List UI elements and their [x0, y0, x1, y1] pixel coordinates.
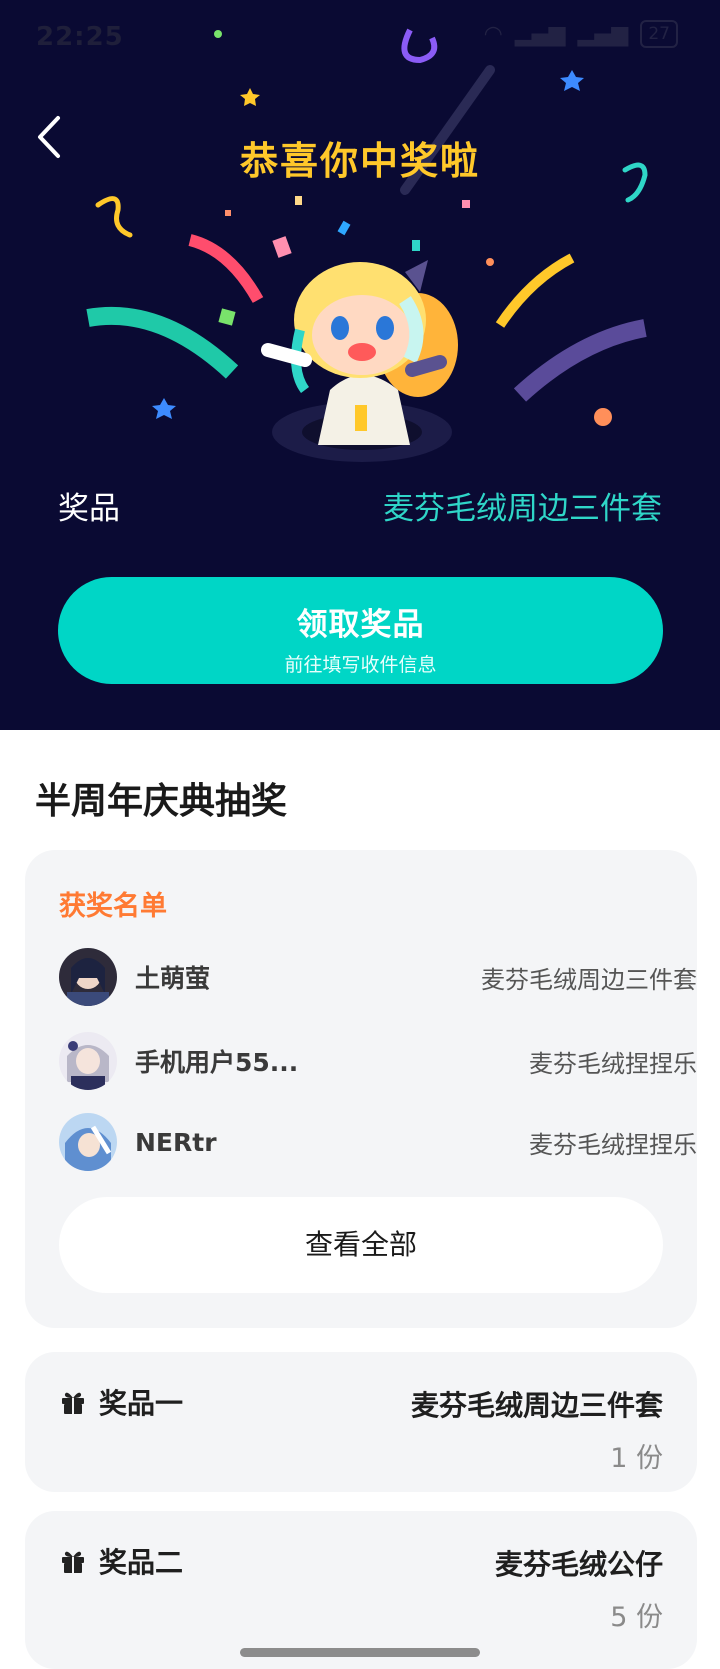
prize-card: 奖品二 麦芬毛绒公仔 5 份	[25, 1511, 697, 1669]
congrats-title: 恭喜你中奖啦	[239, 139, 480, 183]
prize-hero: 22:25 ◠ ▂▄▆ ▂▄▆ 27 恭喜你中奖啦 奖品 麦芬毛绒周边三件套 领…	[0, 0, 720, 730]
winner-name: 土萌萤	[135, 964, 211, 993]
wifi-icon: ◠	[483, 21, 503, 47]
prize-name: 麦芬毛绒公仔	[494, 1548, 663, 1581]
signal-icon: ▂▄▆	[514, 21, 566, 47]
prize-card: 奖品一 麦芬毛绒周边三件套 1 份	[25, 1352, 697, 1492]
gift-icon	[62, 1551, 84, 1573]
avatar	[59, 1032, 117, 1090]
gift-icon	[62, 1392, 84, 1414]
winner-prize: 麦芬毛绒周边三件套	[481, 965, 697, 994]
battery-icon: 27	[640, 20, 678, 48]
status-time: 22:25	[36, 22, 124, 52]
winner-name: NERtr	[135, 1127, 217, 1157]
won-prize-value: 麦芬毛绒周边三件套	[383, 490, 662, 527]
mascot-illustration	[261, 260, 458, 462]
signal-icon-2: ▂▄▆	[577, 21, 629, 47]
claim-prize-label: 领取奖品	[296, 607, 425, 643]
prize-count: 1 份	[610, 1443, 663, 1474]
claim-prize-button[interactable]: 领取奖品 前往填写收件信息	[58, 577, 663, 684]
winner-row: 土萌萤 麦芬毛绒周边三件套	[59, 947, 697, 1007]
status-bar: 22:25 ◠ ▂▄▆ ▂▄▆ 27	[0, 0, 720, 70]
prize-count: 5 份	[610, 1602, 663, 1633]
winner-prize: 麦芬毛绒捏捏乐	[529, 1049, 697, 1078]
winner-prize: 麦芬毛绒捏捏乐	[529, 1130, 697, 1159]
view-all-button[interactable]: 查看全部	[59, 1197, 663, 1293]
section-title: 半周年庆典抽奖	[35, 781, 288, 822]
winner-name: 手机用户55...	[135, 1048, 299, 1077]
prize-title-group: 奖品一	[59, 1382, 183, 1422]
avatar	[59, 948, 117, 1006]
winners-card: 获奖名单 土萌萤 麦芬毛绒周边三件套 手机用户55... 麦芬毛绒捏捏乐 NER…	[25, 850, 697, 1328]
won-prize-row: 奖品 麦芬毛绒周边三件套	[58, 480, 662, 530]
prize-title: 奖品二	[99, 1546, 184, 1579]
won-prize-label: 奖品	[58, 490, 120, 527]
winner-row: 手机用户55... 麦芬毛绒捏捏乐	[59, 1031, 697, 1091]
prize-title-group: 奖品二	[59, 1541, 183, 1581]
home-indicator[interactable]	[240, 1648, 480, 1657]
claim-prize-sublabel: 前往填写收件信息	[284, 654, 437, 676]
winners-heading: 获奖名单	[59, 891, 167, 922]
winner-row: NERtr 麦芬毛绒捏捏乐	[59, 1112, 697, 1172]
prize-name: 麦芬毛绒周边三件套	[410, 1389, 663, 1422]
status-icons: ◠ ▂▄▆ ▂▄▆ 27	[484, 20, 678, 48]
avatar	[59, 1113, 117, 1171]
prize-title: 奖品一	[99, 1387, 184, 1420]
